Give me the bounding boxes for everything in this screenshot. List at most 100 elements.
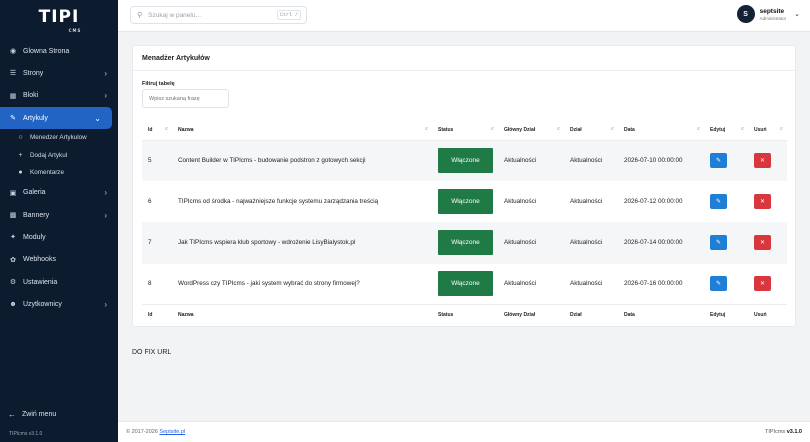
user-menu[interactable]: S septsite Administrator ⌄ bbox=[736, 5, 800, 23]
column-header-data[interactable]: Data ⇵ bbox=[618, 120, 704, 141]
articles-table: Id ⇵ Nazwa ⇵ Status ⇵ Główny Dział ⇵ Dział ⇵ … bbox=[142, 120, 787, 325]
sidebar-subitem-label: Menedzer Artykulow bbox=[30, 134, 87, 142]
sidebar-subitem-label: Komentarze bbox=[30, 169, 64, 177]
sidebar-item-moduly[interactable]: ✦ Moduly bbox=[0, 226, 118, 248]
sidebar-subitem-dodaj-artykul[interactable]: + Dodaj Artykul bbox=[0, 147, 118, 165]
column-header-nazwa[interactable]: Nazwa ⇵ bbox=[172, 120, 432, 141]
delete-button[interactable]: ✕ bbox=[754, 276, 771, 292]
user-role: Administrator bbox=[759, 15, 787, 21]
banner-icon: ▩ bbox=[9, 212, 17, 220]
search-input[interactable] bbox=[148, 11, 267, 19]
cell-id: 7 bbox=[142, 222, 172, 264]
logo[interactable]: TIPI CMS bbox=[0, 0, 118, 34]
status-toggle-button[interactable]: Włączone bbox=[438, 189, 493, 215]
collapse-menu-button[interactable]: ← Zwiń menu bbox=[8, 410, 56, 419]
edit-icon: ✎ bbox=[715, 199, 722, 206]
filter-input[interactable] bbox=[142, 89, 229, 108]
sidebar-subitem-komentarze[interactable]: ● Komentarze bbox=[0, 164, 118, 182]
sidebar-item-label: Ustawienia bbox=[23, 278, 58, 286]
footer-version: TIPIcms v3.1.0 bbox=[765, 429, 802, 435]
column-header-edytuj[interactable]: Edytuj ⇵ bbox=[704, 120, 748, 141]
sort-icon: ⇵ bbox=[490, 126, 494, 131]
circle-icon: ○ bbox=[18, 134, 23, 142]
sort-icon: ⇵ bbox=[556, 126, 560, 131]
cell-name: TIPIcms od środka - najważniejsze funkcj… bbox=[172, 181, 432, 223]
cell-name: Content Builder w TIPIcms - budowanie po… bbox=[172, 140, 432, 182]
sidebar-item-ustawienia[interactable]: ⚙ Ustawienia bbox=[0, 271, 118, 293]
table-row: 8 WordPress czy TIPIcms - jaki system wy… bbox=[142, 263, 787, 305]
close-icon: ✕ bbox=[759, 158, 766, 165]
card-title: Menadżer Artykułów bbox=[133, 46, 795, 71]
footer-header-edytuj: Edytuj bbox=[704, 304, 748, 325]
search-icon: ⚲ bbox=[137, 12, 143, 19]
chevron-right-icon: › bbox=[104, 91, 107, 101]
cell-main-section: Aktualności bbox=[498, 140, 564, 182]
footer: © 2017-2026 Septsite.pl TIPIcms v3.1.0 bbox=[118, 421, 810, 442]
sidebar-version: TIPIcms v3.1.0 bbox=[9, 431, 43, 437]
cell-main-section: Aktualności bbox=[498, 181, 564, 223]
sidebar-item-webhooks[interactable]: ✿ Webhooks bbox=[0, 249, 118, 271]
edit-button[interactable]: ✎ bbox=[710, 194, 727, 210]
column-header-usun[interactable]: Usuń ⇵ bbox=[748, 120, 787, 141]
list-icon: ☰ bbox=[9, 70, 17, 78]
sidebar-item-label: Galeria bbox=[23, 189, 46, 197]
delete-button[interactable]: ✕ bbox=[754, 235, 771, 251]
edit-button[interactable]: ✎ bbox=[710, 276, 727, 292]
sidebar-item-label: Webhooks bbox=[23, 256, 56, 264]
sidebar-item-bannery[interactable]: ▩ Bannery › bbox=[0, 204, 118, 226]
edit-button[interactable]: ✎ bbox=[710, 153, 727, 169]
cell-section: Aktualności bbox=[564, 263, 618, 305]
sidebar-item-artykuly[interactable]: ✎ Artykuly ⌄ bbox=[0, 106, 112, 130]
footer-header-id: Id bbox=[142, 304, 172, 325]
users-icon: ☻ bbox=[9, 300, 17, 308]
sidebar-subitem-label: Dodaj Artykul bbox=[30, 151, 68, 159]
articles-card: Menadżer Artykułów Filtruj tabelę Id⇵ Na… bbox=[132, 45, 796, 327]
logo-text: TIPI bbox=[38, 7, 80, 27]
cell-name: Jak TIPIcms wspiera klub sportowy - wdro… bbox=[172, 222, 432, 264]
blocks-icon: ▦ bbox=[9, 92, 17, 100]
edit-button[interactable]: ✎ bbox=[710, 235, 727, 251]
cell-date: 2026-07-10 00:00:00 bbox=[618, 140, 704, 182]
table-header-row: Id ⇵ Nazwa ⇵ Status ⇵ Główny Dział ⇵ Dział ⇵ … bbox=[142, 120, 787, 141]
cell-name: WordPress czy TIPIcms - jaki system wybr… bbox=[172, 263, 432, 305]
cell-section: Aktualności bbox=[564, 181, 618, 223]
cell-main-section: Aktualności bbox=[498, 263, 564, 305]
status-toggle-button[interactable]: Włączone bbox=[438, 271, 493, 297]
sidebar: TIPI CMS ◉ Glowna Strona ☰ Strony › ▦ Blo… bbox=[0, 0, 118, 442]
sidebar-item-bloki[interactable]: ▦ Bloki › bbox=[0, 85, 118, 107]
sidebar-item-label: Artykuly bbox=[23, 114, 48, 122]
logo-sub: CMS bbox=[68, 28, 82, 33]
chevron-down-icon: ⌄ bbox=[94, 113, 101, 123]
comments-icon: ● bbox=[18, 169, 23, 177]
table-row: 6 TIPIcms od środka - najważniejsze funk… bbox=[142, 181, 787, 223]
chevron-down-icon: ⌄ bbox=[794, 11, 800, 18]
cell-id: 5 bbox=[142, 140, 172, 182]
column-header-status[interactable]: Status ⇵ bbox=[432, 120, 498, 141]
close-icon: ✕ bbox=[759, 281, 766, 288]
status-toggle-button[interactable]: Włączone bbox=[438, 148, 493, 174]
close-icon: ✕ bbox=[759, 240, 766, 247]
footer-header-data: Data bbox=[618, 304, 704, 325]
column-header-dzial[interactable]: Dział ⇵ bbox=[564, 120, 618, 141]
footer-header-usun: Usuń bbox=[748, 304, 787, 325]
sort-icon: ⇵ bbox=[610, 126, 614, 131]
copyright-link[interactable]: Septsite.pl bbox=[159, 429, 185, 435]
column-header-id[interactable]: Id ⇵ bbox=[142, 120, 172, 141]
sidebar-item-glowna-strona[interactable]: ◉ Glowna Strona bbox=[0, 40, 118, 62]
sidebar-subitem-menedzer-artykulow[interactable]: ○ Menedzer Artykulow bbox=[0, 129, 118, 147]
sidebar-item-uzytkownicy[interactable]: ☻ Uzytkownicy › bbox=[0, 293, 118, 315]
cell-main-section: Aktualności bbox=[498, 222, 564, 264]
search-box[interactable]: ⚲ Ctrl / bbox=[130, 6, 307, 24]
delete-button[interactable]: ✕ bbox=[754, 153, 771, 169]
cell-id: 8 bbox=[142, 263, 172, 305]
sidebar-item-strony[interactable]: ☰ Strony › bbox=[0, 62, 118, 84]
cell-date: 2026-07-12 00:00:00 bbox=[618, 181, 704, 223]
delete-button[interactable]: ✕ bbox=[754, 194, 771, 210]
cell-id: 6 bbox=[142, 181, 172, 223]
status-toggle-button[interactable]: Włączone bbox=[438, 230, 493, 256]
sidebar-item-galeria[interactable]: ▣ Galeria › bbox=[0, 182, 118, 204]
cell-date: 2026-07-16 00:00:00 bbox=[618, 263, 704, 305]
column-header-glowny-dzial[interactable]: Główny Dział ⇵ bbox=[498, 120, 564, 141]
footer-header-status: Status bbox=[432, 304, 498, 325]
edit-icon: ✎ bbox=[715, 158, 722, 165]
